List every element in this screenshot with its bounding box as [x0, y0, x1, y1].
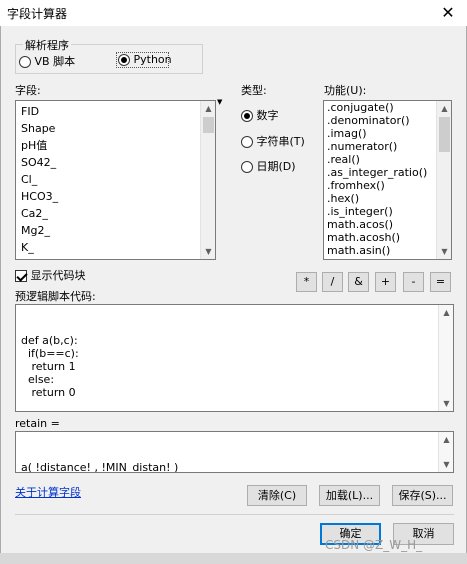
field-list-item[interactable]: Ca2_: [16, 205, 215, 222]
type-option-number[interactable]: 数字: [241, 107, 279, 123]
show-codeblock-checkbox[interactable]: [15, 270, 27, 282]
field-list-item[interactable]: Cl_: [16, 171, 215, 188]
functions-list[interactable]: .conjugate() .denominator() .imag() .numera…: [323, 100, 452, 260]
field-list-item[interactable]: K_: [16, 239, 215, 256]
op-multiply-button[interactable]: *: [296, 272, 317, 292]
scroll-down-icon[interactable]: ▼: [201, 244, 215, 259]
scroll-up-icon[interactable]: ▲: [201, 101, 215, 116]
expression-text: a( !distance! , !MIN_distan! ): [21, 461, 179, 473]
number-radio[interactable]: [241, 110, 253, 122]
fields-sort-arrow-icon[interactable]: ▼: [217, 98, 222, 106]
python-label: Python: [133, 53, 172, 66]
fields-label: 字段:: [15, 84, 41, 97]
clear-button[interactable]: 清除(C): [247, 485, 307, 506]
field-list-item[interactable]: SO42_: [16, 154, 215, 171]
field-list-item[interactable]: FID: [16, 103, 215, 120]
parser-group-label: 解析程序: [23, 37, 71, 53]
functions-label: 功能(U):: [324, 84, 367, 97]
divider: [15, 514, 454, 515]
about-calculate-field-link[interactable]: 关于计算字段: [15, 484, 81, 500]
expression-input[interactable]: a( !distance! , !MIN_distan! ) ▲ ▼: [15, 431, 454, 473]
date-radio[interactable]: [241, 161, 253, 173]
expression-label: retain =: [15, 417, 60, 430]
function-list-item[interactable]: .hex(): [324, 192, 451, 205]
python-radio[interactable]: [118, 54, 130, 66]
field-list-item[interactable]: pH值: [16, 137, 215, 154]
scroll-down-icon[interactable]: ▼: [439, 396, 453, 411]
function-list-item[interactable]: math.acosh(): [324, 231, 451, 244]
prelogic-scrollbar[interactable]: ▲ ▼: [438, 305, 453, 411]
vb-radio[interactable]: [19, 56, 31, 68]
scroll-down-icon[interactable]: ▼: [437, 244, 451, 259]
scroll-up-icon[interactable]: ▲: [439, 305, 453, 320]
scroll-thumb[interactable]: [203, 117, 214, 133]
function-list-item[interactable]: .real(): [324, 153, 451, 166]
function-list-item[interactable]: math.asin(): [324, 244, 451, 257]
close-icon[interactable]: ✕: [437, 3, 459, 23]
function-list-item[interactable]: .denominator(): [324, 114, 451, 127]
string-radio[interactable]: [241, 136, 253, 148]
type-option-date[interactable]: 日期(D): [241, 158, 296, 174]
number-label: 数字: [256, 109, 279, 122]
op-divide-button[interactable]: /: [322, 272, 343, 292]
parser-option-python[interactable]: Python: [118, 53, 172, 66]
function-list-item[interactable]: .imag(): [324, 127, 451, 140]
op-equals-button[interactable]: =: [430, 272, 451, 292]
type-label: 类型:: [241, 84, 267, 97]
op-minus-button[interactable]: -: [403, 272, 424, 292]
title-bar: 字段计算器 ✕: [0, 0, 467, 26]
functions-scrollbar[interactable]: ▲ ▼: [436, 101, 451, 259]
function-list-item[interactable]: .numerator(): [324, 140, 451, 153]
function-list-item[interactable]: .as_integer_ratio(): [324, 166, 451, 179]
load-button[interactable]: 加载(L)...: [319, 485, 380, 506]
type-option-string[interactable]: 字符串(T): [241, 133, 305, 149]
prelogic-code-area[interactable]: def a(b,c): if(b==c): return 1 else: ret…: [15, 304, 454, 412]
prelogic-code-text: def a(b,c): if(b==c): return 1 else: ret…: [21, 334, 79, 399]
fields-scrollbar[interactable]: ▲ ▼: [200, 101, 215, 259]
scroll-up-icon[interactable]: ▲: [437, 101, 451, 116]
show-codeblock[interactable]: 显示代码块: [15, 267, 86, 283]
date-label: 日期(D): [256, 160, 296, 173]
show-codeblock-label: 显示代码块: [30, 269, 86, 282]
function-list-item[interactable]: .fromhex(): [324, 179, 451, 192]
function-list-item[interactable]: .is_integer(): [324, 205, 451, 218]
fields-list[interactable]: FID Shape pH值 SO42_ Cl_ HCO3_ Ca2_ Mg2_ K_ ▲ ▼: [15, 100, 216, 260]
op-plus-button[interactable]: +: [375, 272, 396, 292]
scroll-up-icon[interactable]: ▲: [439, 432, 453, 447]
parser-option-vb[interactable]: VB 脚本: [19, 53, 75, 69]
field-list-item[interactable]: Shape: [16, 120, 215, 137]
scroll-thumb[interactable]: [439, 117, 450, 152]
op-and-button[interactable]: &: [348, 272, 369, 292]
prelogic-label: 预逻辑脚本代码:: [15, 290, 96, 303]
window-title: 字段计算器: [7, 7, 68, 21]
field-list-item[interactable]: Mg2_: [16, 222, 215, 239]
function-list-item[interactable]: math.acos(): [324, 218, 451, 231]
expression-scrollbar[interactable]: ▲ ▼: [438, 432, 453, 472]
save-button[interactable]: 保存(S)...: [392, 485, 453, 506]
string-label: 字符串(T): [256, 135, 305, 148]
background-window-strip: [0, 553, 467, 564]
function-list-item[interactable]: .conjugate(): [324, 101, 451, 114]
watermark: CSDN @Z_W_H_: [325, 538, 423, 552]
scroll-down-icon[interactable]: ▼: [439, 457, 453, 472]
dialog-body: 解析程序 VB 脚本 Python 字段: FID Shape pH值 SO42_ Cl…: [0, 26, 467, 553]
vb-label: VB 脚本: [34, 55, 76, 68]
field-list-item[interactable]: HCO3_: [16, 188, 215, 205]
